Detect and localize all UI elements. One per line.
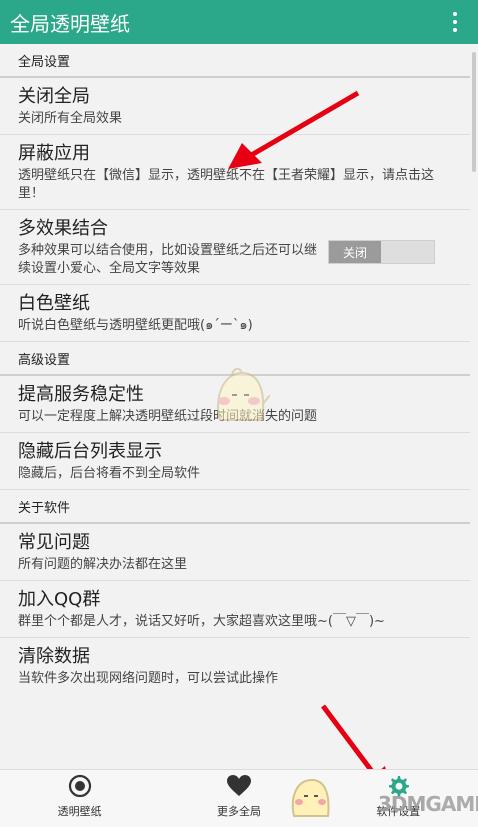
white-wallpaper-item[interactable]: 白色壁纸 听说白色壁纸与透明壁纸更配哦(๑´ー`๑)	[0, 285, 470, 342]
hide-recents-item[interactable]: 隐藏后台列表显示 隐藏后，后台将看不到全局软件	[0, 433, 470, 490]
item-desc: 隐藏后，后台将看不到全局软件	[18, 466, 201, 481]
brand-3dm: 3DM	[378, 792, 426, 816]
clear-data-item[interactable]: 清除数据 当软件多次出现网络问题时，可以尝试此操作	[0, 638, 470, 694]
nav-label: 更多全局	[216, 805, 261, 818]
multi-effects-item[interactable]: 多效果结合 多种效果可以结合使用，比如设置壁纸之后还可以继续设置小爱心、全局文字…	[0, 210, 470, 285]
item-desc: 所有问题的解决办法都在这里	[18, 557, 188, 572]
app-bar: 全局透明壁纸	[0, 0, 478, 44]
multi-effects-toggle[interactable]: 关闭	[328, 240, 435, 264]
brand-watermark: 3DMGAME	[378, 792, 478, 816]
section-header-global: 全局设置	[0, 44, 470, 78]
more-vert-icon[interactable]	[440, 0, 470, 44]
item-title: 白色壁纸	[18, 293, 90, 314]
faq-item[interactable]: 常见问题 所有问题的解决办法都在这里	[0, 524, 470, 581]
heart-icon	[226, 773, 252, 799]
item-title: 清除数据	[18, 646, 90, 667]
item-desc: 多种效果可以结合使用，比如设置壁纸之后还可以继续设置小爱心、全局文字等效果	[18, 243, 318, 276]
item-title: 隐藏后台列表显示	[18, 441, 162, 462]
nav-transparent-wallpaper[interactable]: 透明壁纸	[0, 770, 159, 827]
toggle-label: 关闭	[329, 241, 381, 263]
item-desc: 群里个个都是人才，说话又好听，大家超喜欢这里哦~(￣▽￣)~	[18, 614, 385, 629]
mascot-watermark-icon	[217, 367, 270, 421]
item-title: 加入QQ群	[18, 589, 101, 610]
item-title: 常见问题	[18, 532, 90, 553]
scrollbar[interactable]	[470, 44, 478, 769]
mascot-watermark-icon	[291, 778, 330, 817]
nav-label: 透明壁纸	[57, 805, 102, 818]
annotation-arrow-icon	[228, 90, 360, 169]
section-header-about: 关于软件	[0, 490, 470, 524]
item-title: 多效果结合	[18, 218, 108, 239]
item-desc: 当软件多次出现网络问题时，可以尝试此操作	[18, 671, 279, 686]
scroll-thumb[interactable]	[472, 52, 476, 172]
radio-target-icon	[68, 773, 92, 799]
brand-game: GAME	[425, 792, 478, 816]
app-title: 全局透明壁纸	[10, 11, 130, 36]
item-desc: 听说白色壁纸与透明壁纸更配哦(๑´ー`๑)	[18, 318, 253, 333]
qq-group-item[interactable]: 加入QQ群 群里个个都是人才，说话又好听，大家超喜欢这里哦~(￣▽￣)~	[0, 581, 470, 638]
